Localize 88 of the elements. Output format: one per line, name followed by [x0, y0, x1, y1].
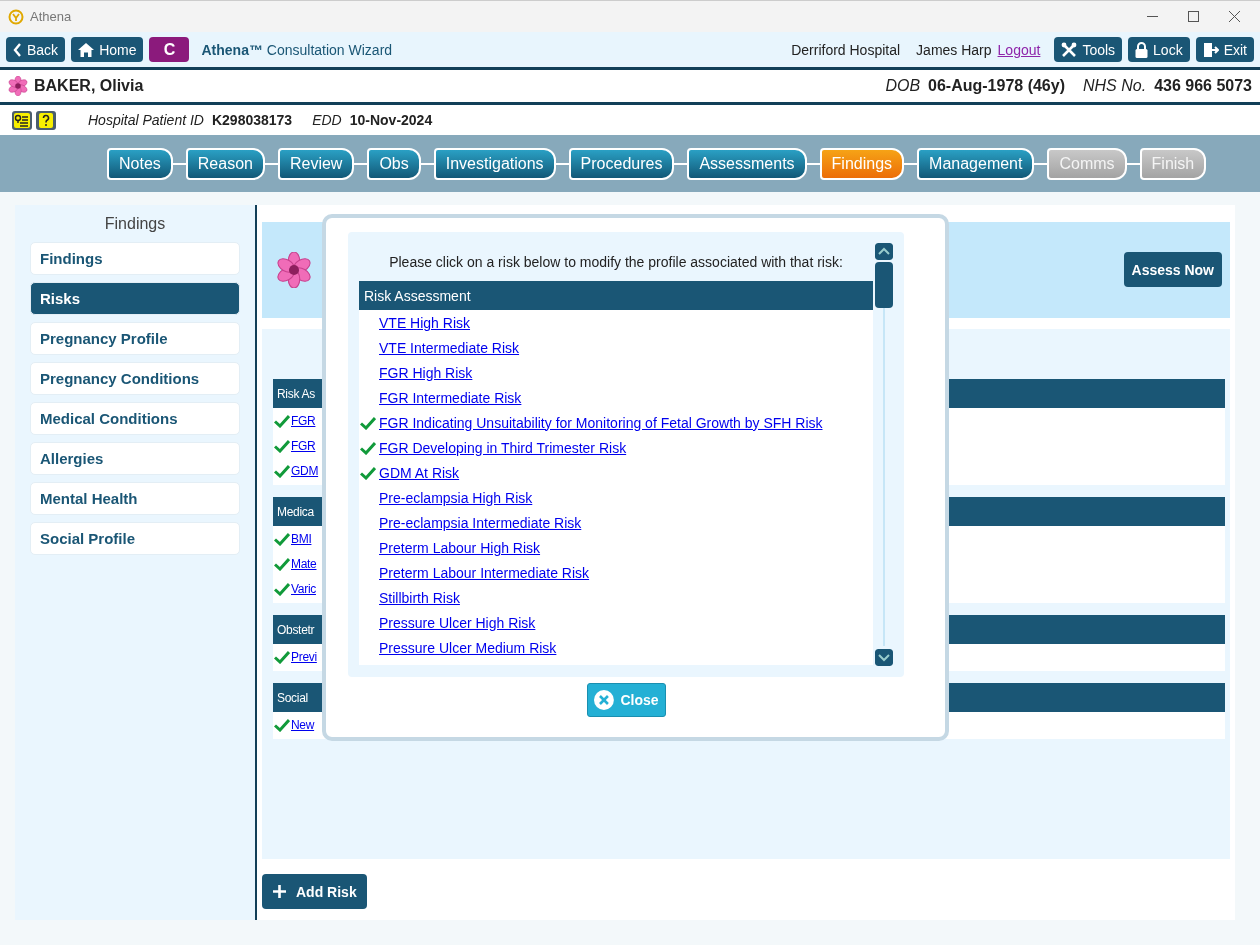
check-icon [360, 465, 376, 480]
sidebar-item[interactable]: Pregnancy Conditions [30, 362, 240, 395]
chevron-left-icon [13, 42, 22, 57]
flower-icon [276, 252, 312, 288]
user-name: James Harp [916, 41, 992, 58]
risk-link[interactable]: Pressure Ulcer High Risk [379, 614, 536, 631]
wizard-step-tab[interactable]: Assessments [687, 147, 807, 180]
dob-label: DOB [885, 77, 921, 95]
dob-value: 06-Aug-1978 (46y) [928, 77, 1065, 95]
risk-link[interactable]: FGR Intermediate Risk [379, 389, 522, 406]
risk-link[interactable]: Preterm Labour Intermediate Risk [379, 564, 590, 581]
exit-button[interactable]: Exit [1195, 37, 1254, 62]
hospital-name: Derriford Hospital [791, 41, 901, 58]
sidebar-item[interactable]: Medical Conditions [30, 402, 240, 435]
home-icon [78, 42, 95, 57]
assess-now-button[interactable]: Assess Now [1123, 252, 1222, 287]
edd-value: 10-Nov-2024 [349, 112, 433, 128]
sidebar-item[interactable]: Pregnancy Profile [30, 322, 240, 355]
risk-link[interactable]: FGR [291, 413, 316, 428]
sidebar-title: Findings [104, 215, 166, 233]
consultation-button[interactable]: C [149, 37, 190, 62]
risk-link[interactable]: New [291, 717, 315, 732]
wizard-step-tab[interactable]: Procedures [568, 147, 675, 180]
list-header: Risk Assessment [359, 281, 873, 310]
risk-link[interactable]: FGR Indicating Unsuitability for Monitoring of Fetal Growth by SFH Risk [379, 414, 823, 431]
risk-link[interactable]: Mate [291, 556, 317, 571]
check-icon [274, 556, 290, 571]
check-icon [274, 581, 290, 596]
check-icon [360, 440, 376, 455]
exit-icon [1202, 41, 1219, 58]
risk-link[interactable]: GDM At Risk [379, 464, 460, 481]
wizard-step-tab[interactable]: Obs [367, 147, 421, 180]
tools-icon [1061, 41, 1078, 58]
risk-link[interactable]: FGR Developing in Third Trimester Risk [379, 439, 627, 456]
check-icon [274, 413, 290, 428]
scrollbar-thumb[interactable] [875, 262, 893, 308]
check-icon [274, 463, 290, 478]
plus-icon [273, 885, 286, 898]
wizard-step-tab[interactable]: Notes [107, 147, 173, 180]
check-icon [274, 717, 290, 732]
check-icon [274, 649, 290, 664]
check-icon [360, 415, 376, 430]
add-risk-button[interactable]: Add Risk [262, 874, 367, 909]
wizard-step-tab[interactable]: Review [277, 147, 355, 180]
patient-name: BAKER, Olivia [34, 77, 144, 95]
help-icon[interactable] [36, 110, 56, 130]
logout-link[interactable]: Logout [997, 41, 1041, 58]
dialog-instruction: Please click on a risk below to modify the profile associated with that risk: [388, 253, 844, 272]
sidebar-item[interactable]: Findings [30, 242, 240, 275]
check-icon [274, 531, 290, 546]
hospital-id-value: K298038173 [211, 112, 293, 128]
sidebar-item[interactable]: Allergies [30, 442, 240, 475]
back-button[interactable]: Back [6, 37, 66, 62]
hospital-id-label: Hospital Patient ID [88, 112, 204, 128]
flower-icon [8, 76, 28, 96]
app-title: Athena™ Consultation Wizard [201, 41, 393, 58]
risk-link[interactable]: Previ [291, 649, 317, 664]
maximize-icon[interactable] [1188, 11, 1199, 22]
help-list-icon[interactable] [12, 110, 32, 130]
risk-link[interactable]: VTE High Risk [379, 314, 471, 331]
window-title: Athena [30, 9, 72, 24]
lock-icon [1135, 41, 1149, 58]
risk-link[interactable]: Preterm Labour High Risk [379, 539, 541, 556]
close-icon[interactable] [1229, 11, 1240, 22]
edd-label: EDD [312, 112, 342, 128]
sidebar-item[interactable]: Risks [30, 282, 240, 315]
nhs-value: 436 966 5073 [1154, 77, 1252, 95]
app-logo-icon [8, 8, 24, 25]
scroll-down-icon[interactable] [875, 649, 893, 666]
sidebar-item[interactable]: Social Profile [30, 522, 240, 555]
tools-button[interactable]: Tools [1054, 37, 1123, 62]
wizard-step-tab[interactable]: Reason [185, 147, 265, 180]
risk-link[interactable]: BMI [291, 531, 312, 546]
close-circle-icon [592, 689, 615, 711]
home-button[interactable]: Home [71, 37, 144, 62]
nhs-label: NHS No. [1083, 77, 1147, 95]
risk-link[interactable]: Varic [291, 581, 316, 596]
lock-button[interactable]: Lock [1128, 37, 1190, 62]
risk-link[interactable]: FGR High Risk [379, 364, 473, 381]
wizard-step-tab[interactable]: Investigations [433, 147, 556, 180]
risk-link[interactable]: GDM [291, 463, 319, 478]
risk-link[interactable]: FGR [291, 438, 316, 453]
sidebar-item[interactable]: Mental Health [30, 482, 240, 515]
risk-link[interactable]: VTE Intermediate Risk [379, 339, 520, 356]
risk-link[interactable]: Stillbirth Risk [379, 589, 460, 606]
scroll-up-icon[interactable] [875, 243, 893, 260]
check-icon [274, 438, 290, 453]
wizard-step-tab[interactable]: Management [917, 147, 1035, 180]
